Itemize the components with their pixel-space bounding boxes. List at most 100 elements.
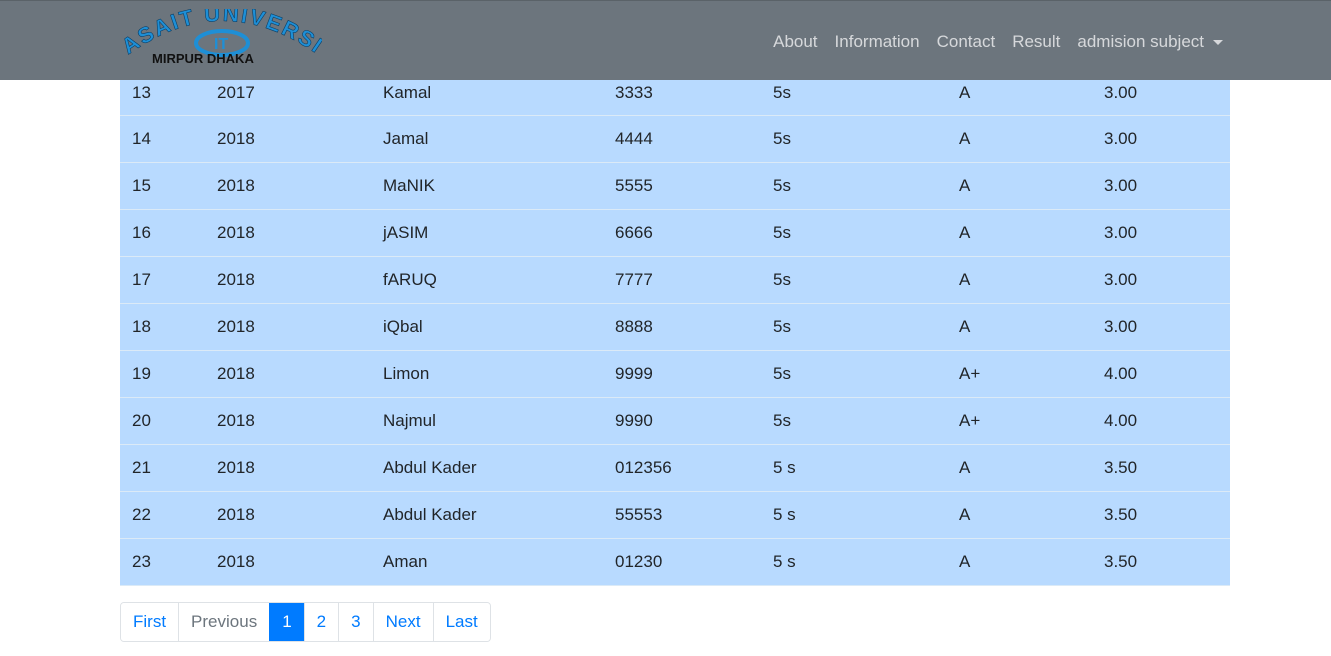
page-2[interactable]: 2 — [303, 603, 339, 641]
row-section-cell: 5s — [761, 209, 947, 257]
nav-admission-label: admision subject — [1077, 32, 1204, 51]
row-gpa-cell: 3.00 — [1092, 256, 1230, 304]
page-first[interactable]: First — [121, 603, 179, 641]
row-roll-cell: 9999 — [603, 350, 761, 398]
row-gpa-cell: 3.00 — [1092, 115, 1230, 163]
row-name-cell: fARUQ — [371, 256, 603, 304]
row-grade-cell: A — [947, 162, 1092, 210]
nav-about[interactable]: About — [773, 29, 817, 55]
row-roll-cell: 55553 — [603, 491, 761, 539]
row-name-cell: Aman — [371, 538, 603, 586]
page-last[interactable]: Last — [432, 603, 490, 641]
row-id-cell: 20 — [120, 397, 205, 445]
row-roll-cell: 01230 — [603, 538, 761, 586]
row-id-cell: 18 — [120, 303, 205, 351]
table-row: 16 2018 jASIM 6666 5s A 3.00 — [120, 209, 1230, 257]
nav-result[interactable]: Result — [1012, 29, 1060, 55]
row-roll-cell: 7777 — [603, 256, 761, 304]
row-grade-cell: A — [947, 444, 1092, 492]
nav-menu: About Information Contact Result admisio… — [756, 29, 1223, 55]
row-section-cell: 5s — [761, 350, 947, 398]
row-name-cell: iQbal — [371, 303, 603, 351]
row-year-cell: 2018 — [205, 397, 371, 445]
chevron-down-icon — [1213, 40, 1223, 46]
row-id-cell: 16 — [120, 209, 205, 257]
row-grade-cell: A — [947, 303, 1092, 351]
row-gpa-cell: 4.00 — [1092, 350, 1230, 398]
row-year-cell: 2018 — [205, 491, 371, 539]
row-id-cell: 15 — [120, 162, 205, 210]
table-row: 22 2018 Abdul Kader 55553 5 s A 3.50 — [120, 491, 1230, 539]
row-gpa-cell: 3.00 — [1092, 209, 1230, 257]
table-row: 19 2018 Limon 9999 5s A+ 4.00 — [120, 350, 1230, 398]
row-grade-cell: A — [947, 491, 1092, 539]
row-grade-cell: A — [947, 115, 1092, 163]
row-grade-cell: A — [947, 538, 1092, 586]
row-section-cell: 5s — [761, 397, 947, 445]
row-grade-cell: A — [947, 256, 1092, 304]
row-year-cell: 2018 — [205, 115, 371, 163]
row-name-cell: Abdul Kader — [371, 444, 603, 492]
row-year-cell: 2018 — [205, 303, 371, 351]
nav-contact[interactable]: Contact — [937, 29, 996, 55]
row-roll-cell: 4444 — [603, 115, 761, 163]
page-3[interactable]: 3 — [338, 603, 373, 641]
row-gpa-cell: 3.50 — [1092, 444, 1230, 492]
page-1[interactable]: 1 — [269, 603, 304, 641]
row-name-cell: jASIM — [371, 209, 603, 257]
row-section-cell: 5 s — [761, 538, 947, 586]
row-gpa-cell: 4.00 — [1092, 397, 1230, 445]
row-id-cell: 19 — [120, 350, 205, 398]
row-year-cell: 2018 — [205, 538, 371, 586]
row-name-cell: MaNIK — [371, 162, 603, 210]
row-roll-cell: 8888 — [603, 303, 761, 351]
row-section-cell: 5s — [761, 115, 947, 163]
nav-information[interactable]: Information — [835, 29, 920, 55]
row-year-cell: 2018 — [205, 256, 371, 304]
pagination: First Previous 1 2 3 Next Last — [120, 602, 491, 642]
row-id-cell: 22 — [120, 491, 205, 539]
row-name-cell: Najmul — [371, 397, 603, 445]
row-id-cell: 17 — [120, 256, 205, 304]
table-row: 15 2018 MaNIK 5555 5s A 3.00 — [120, 162, 1230, 210]
row-section-cell: 5s — [761, 303, 947, 351]
table-row: 18 2018 iQbal 8888 5s A 3.00 — [120, 303, 1230, 351]
row-year-cell: 2018 — [205, 444, 371, 492]
page-previous[interactable]: Previous — [178, 603, 270, 641]
row-id-cell: 23 — [120, 538, 205, 586]
row-id-cell: 14 — [120, 115, 205, 163]
row-grade-cell: A+ — [947, 397, 1092, 445]
row-name-cell: Limon — [371, 350, 603, 398]
row-gpa-cell: 3.00 — [1092, 303, 1230, 351]
row-roll-cell: 9990 — [603, 397, 761, 445]
nav-admission-dropdown[interactable]: admision subject — [1077, 29, 1223, 55]
results-table: 13 2017 Kamal 3333 5s A 3.00 14 2018 Jamal 4444 5s A… — [120, 70, 1230, 586]
row-year-cell: 2018 — [205, 162, 371, 210]
row-section-cell: 5s — [761, 162, 947, 210]
row-gpa-cell: 3.50 — [1092, 491, 1230, 539]
row-roll-cell: 6666 — [603, 209, 761, 257]
row-gpa-cell: 3.00 — [1092, 162, 1230, 210]
navbar: ASAIT UNIVERSITY IT MIRPUR DHAKA About I… — [0, 0, 1331, 80]
row-section-cell: 5 s — [761, 491, 947, 539]
university-logo: ASAIT UNIVERSITY IT MIRPUR DHAKA — [122, 9, 322, 66]
table-row: 17 2018 fARUQ 7777 5s A 3.00 — [120, 256, 1230, 304]
row-id-cell: 21 — [120, 444, 205, 492]
table-row: 14 2018 Jamal 4444 5s A 3.00 — [120, 115, 1230, 163]
row-grade-cell: A+ — [947, 350, 1092, 398]
row-section-cell: 5s — [761, 256, 947, 304]
results-table-container: 13 2017 Kamal 3333 5s A 3.00 14 2018 Jamal 4444 5s A… — [120, 70, 1230, 586]
row-name-cell: Jamal — [371, 115, 603, 163]
row-roll-cell: 012356 — [603, 444, 761, 492]
logo-sub-text: MIRPUR DHAKA — [152, 51, 254, 66]
row-roll-cell: 5555 — [603, 162, 761, 210]
row-name-cell: Abdul Kader — [371, 491, 603, 539]
brand-logo[interactable]: ASAIT UNIVERSITY IT MIRPUR DHAKA — [122, 9, 322, 71]
row-year-cell: 2018 — [205, 209, 371, 257]
row-gpa-cell: 3.50 — [1092, 538, 1230, 586]
table-row: 23 2018 Aman 01230 5 s A 3.50 — [120, 538, 1230, 586]
row-grade-cell: A — [947, 209, 1092, 257]
page-next[interactable]: Next — [372, 603, 433, 641]
table-row: 21 2018 Abdul Kader 012356 5 s A 3.50 — [120, 444, 1230, 492]
row-section-cell: 5 s — [761, 444, 947, 492]
